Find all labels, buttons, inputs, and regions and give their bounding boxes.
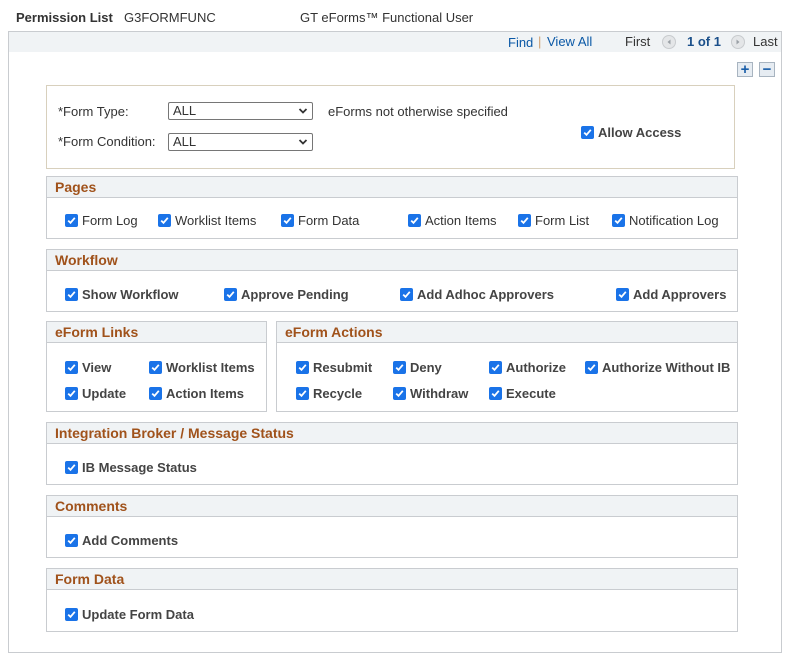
checkbox-checked-icon [65,288,78,301]
execute-checkbox[interactable]: Execute [489,386,556,401]
checkbox-checked-icon [224,288,237,301]
delete-row-button[interactable]: − [759,62,775,77]
add-comments-checkbox[interactable]: Add Comments [65,533,178,548]
next-row-button[interactable] [731,35,745,49]
form-type-description: eForms not otherwise specified [328,104,508,119]
form-condition-label: *Form Condition: [58,134,156,149]
checkbox-checked-icon [489,387,502,400]
chevron-right-icon [736,39,740,45]
checkbox-checked-icon [296,387,309,400]
checkbox-checked-icon [393,387,406,400]
permission-list-description: GT eForms™ Functional User [300,10,474,25]
checkbox-checked-icon [158,214,171,227]
ib-message-status-group-title: Integration Broker / Message Status [47,423,737,444]
view-all-link[interactable]: View All [547,34,592,49]
form-type-label: *Form Type: [58,104,129,119]
deny-checkbox[interactable]: Deny [393,360,442,375]
checkbox-checked-icon [616,288,629,301]
approve-pending-checkbox[interactable]: Approve Pending [224,287,349,302]
update-form-data-checkbox[interactable]: Update Form Data [65,607,194,622]
checkbox-checked-icon [281,214,294,227]
eform-links-group-title: eForm Links [47,322,266,343]
form-data-group: Form Data Update Form Data [46,568,738,632]
checkbox-checked-icon [585,361,598,374]
resubmit-checkbox[interactable]: Resubmit [296,360,372,375]
checkbox-checked-icon [581,126,594,139]
form-type-value: ALL [173,103,197,118]
ib-message-status-checkbox[interactable]: IB Message Status [65,460,197,475]
links-action-items-checkbox[interactable]: Action Items [149,386,244,401]
checkbox-checked-icon [65,361,78,374]
action-items-checkbox[interactable]: Action Items [408,213,497,228]
checkbox-checked-icon [408,214,421,227]
previous-row-button[interactable] [662,35,676,49]
permission-list-label: Permission List [16,10,113,25]
checkbox-checked-icon [400,288,413,301]
form-list-checkbox[interactable]: Form List [518,213,589,228]
find-link[interactable]: Find [508,35,533,50]
permission-list-value: G3FORMFUNC [124,10,216,25]
checkbox-checked-icon [518,214,531,227]
form-log-checkbox[interactable]: Form Log [65,213,138,228]
form-data-checkbox[interactable]: Form Data [281,213,359,228]
links-worklist-items-checkbox[interactable]: Worklist Items [149,360,255,375]
allow-access-checkbox[interactable]: Allow Access [581,125,681,140]
last-link[interactable]: Last [753,34,778,49]
checkbox-checked-icon [65,214,78,227]
plus-icon: + [740,61,750,78]
notification-log-checkbox[interactable]: Notification Log [612,213,719,228]
workflow-group: Workflow Show Workflow Approve Pending A… [46,249,738,312]
checkbox-checked-icon [65,608,78,621]
checkbox-checked-icon [296,361,309,374]
chevron-down-icon [298,139,308,145]
comments-group-title: Comments [47,496,737,517]
update-checkbox[interactable]: Update [65,386,126,401]
ib-message-status-group: Integration Broker / Message Status IB M… [46,422,738,485]
first-link[interactable]: First [625,34,650,49]
worklist-items-checkbox[interactable]: Worklist Items [158,213,256,228]
checkbox-checked-icon [489,361,502,374]
workflow-group-title: Workflow [47,250,737,271]
form-condition-select[interactable]: ALL [168,133,313,151]
add-approvers-checkbox[interactable]: Add Approvers [616,287,726,302]
minus-icon: − [762,61,772,78]
add-row-button[interactable]: + [737,62,753,77]
form-condition-value: ALL [173,134,197,149]
eform-links-group: eForm Links View Worklist Items Update A… [46,321,267,412]
show-workflow-checkbox[interactable]: Show Workflow [65,287,179,302]
pages-group: Pages Form Log Worklist Items Form Data … [46,176,738,239]
recycle-checkbox[interactable]: Recycle [296,386,362,401]
form-data-group-title: Form Data [47,569,737,590]
page-info: 1 of 1 [687,34,721,49]
checkbox-checked-icon [393,361,406,374]
comments-group: Comments Add Comments [46,495,738,558]
eform-actions-group: eForm Actions Resubmit Deny Authorize Au… [276,321,738,412]
checkbox-checked-icon [149,361,162,374]
checkbox-checked-icon [65,534,78,547]
eform-actions-group-title: eForm Actions [277,322,737,343]
checkbox-checked-icon [65,387,78,400]
authorize-without-ib-checkbox[interactable]: Authorize Without IB [585,360,730,375]
checkbox-checked-icon [65,461,78,474]
chevron-left-icon [667,39,671,45]
pages-group-title: Pages [47,177,737,198]
view-checkbox[interactable]: View [65,360,111,375]
add-adhoc-approvers-checkbox[interactable]: Add Adhoc Approvers [400,287,554,302]
checkbox-checked-icon [149,387,162,400]
nav-separator: | [538,34,542,49]
withdraw-checkbox[interactable]: Withdraw [393,386,468,401]
authorize-checkbox[interactable]: Authorize [489,360,566,375]
chevron-down-icon [298,108,308,114]
form-type-select[interactable]: ALL [168,102,313,120]
checkbox-checked-icon [612,214,625,227]
